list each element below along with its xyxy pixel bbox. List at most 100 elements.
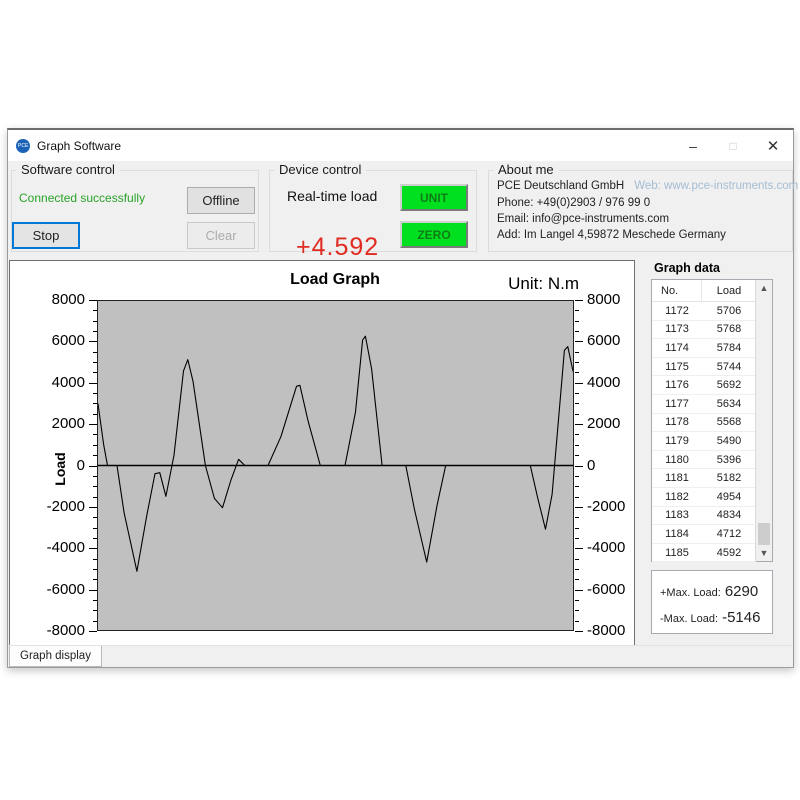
company-name: PCE Deutschland GmbH bbox=[497, 180, 624, 192]
y-tick-label: -2000 bbox=[39, 499, 85, 514]
table-row[interactable]: 11795490 bbox=[652, 432, 756, 451]
device-control-title: Device control bbox=[274, 162, 366, 177]
y-minor-tick bbox=[93, 434, 97, 435]
titlebar-buttons: – □ ✕ bbox=[673, 130, 793, 161]
title-bar: Graph Software – □ ✕ bbox=[8, 130, 793, 161]
y-major-tick bbox=[575, 383, 583, 384]
y-minor-tick bbox=[93, 559, 97, 560]
y-major-tick bbox=[89, 631, 97, 632]
connection-status: Connected successfully bbox=[19, 191, 145, 205]
table-row[interactable]: 11765692 bbox=[652, 376, 756, 395]
table-row[interactable]: 11815182 bbox=[652, 469, 756, 488]
cell-load: 5490 bbox=[702, 432, 756, 450]
max-load-box: +Max. Load:6290 -Max. Load:-5146 bbox=[651, 570, 773, 634]
y-minor-tick bbox=[575, 528, 579, 529]
cell-load: 5784 bbox=[702, 339, 756, 357]
cell-load: 5744 bbox=[702, 358, 756, 376]
y-minor-tick bbox=[575, 393, 579, 394]
app-window: Graph Software – □ ✕ Software control Co… bbox=[7, 128, 794, 668]
cell-load: 5568 bbox=[702, 414, 756, 432]
y-minor-tick bbox=[575, 414, 579, 415]
max-negative-value: -5146 bbox=[722, 609, 760, 626]
table-row[interactable]: 11824954 bbox=[652, 488, 756, 507]
table-row[interactable]: 11785568 bbox=[652, 414, 756, 433]
table-row[interactable]: 11775634 bbox=[652, 395, 756, 414]
table-row[interactable]: 11805396 bbox=[652, 451, 756, 470]
max-positive-line: +Max. Load:6290 bbox=[660, 583, 758, 600]
chart-panel: Load Graph Unit: N.m Load -8000-8000-600… bbox=[9, 260, 635, 647]
scrollbar-thumb[interactable] bbox=[758, 523, 770, 545]
table-scrollbar[interactable]: ▲ ▼ bbox=[755, 280, 772, 561]
cell-no: 1181 bbox=[652, 469, 702, 487]
y-minor-tick bbox=[93, 610, 97, 611]
clear-button[interactable]: Clear bbox=[187, 222, 255, 249]
y-tick-label: -6000 bbox=[39, 582, 85, 597]
table-row[interactable]: 11725706 bbox=[652, 302, 756, 321]
stop-button[interactable]: Stop bbox=[12, 222, 80, 249]
cell-no: 1174 bbox=[652, 339, 702, 357]
table-row[interactable]: 11844712 bbox=[652, 525, 756, 544]
cell-no: 1172 bbox=[652, 302, 702, 320]
y-tick-label: -2000 bbox=[587, 499, 637, 514]
phone-line: Phone: +49(0)2903 / 976 99 0 bbox=[497, 197, 650, 209]
table-row[interactable]: 11735768 bbox=[652, 321, 756, 340]
maximize-icon[interactable]: □ bbox=[713, 130, 753, 161]
y-minor-tick bbox=[93, 362, 97, 363]
col-header-no: No. bbox=[652, 280, 702, 301]
y-minor-tick bbox=[575, 372, 579, 373]
y-tick-label: -8000 bbox=[39, 623, 85, 638]
scroll-down-icon[interactable]: ▼ bbox=[756, 545, 772, 561]
y-minor-tick bbox=[93, 403, 97, 404]
cell-no: 1176 bbox=[652, 376, 702, 394]
web-link[interactable]: Web: www.pce-instruments.com bbox=[634, 180, 798, 192]
y-minor-tick bbox=[575, 445, 579, 446]
table-row[interactable]: 11755744 bbox=[652, 358, 756, 377]
y-minor-tick bbox=[575, 610, 579, 611]
table-row[interactable]: 11834834 bbox=[652, 507, 756, 526]
y-major-tick bbox=[89, 590, 97, 591]
cell-no: 1178 bbox=[652, 414, 702, 432]
cell-load: 5692 bbox=[702, 376, 756, 394]
y-major-tick bbox=[89, 300, 97, 301]
y-tick-label: 2000 bbox=[39, 416, 85, 431]
y-minor-tick bbox=[575, 352, 579, 353]
y-minor-tick bbox=[93, 621, 97, 622]
y-minor-tick bbox=[93, 497, 97, 498]
y-major-tick bbox=[89, 383, 97, 384]
scroll-up-icon[interactable]: ▲ bbox=[756, 280, 772, 296]
offline-button[interactable]: Offline bbox=[187, 187, 255, 214]
close-icon[interactable]: ✕ bbox=[753, 130, 793, 161]
y-minor-tick bbox=[575, 403, 579, 404]
cell-load: 4712 bbox=[702, 525, 756, 543]
table-row[interactable]: 11745784 bbox=[652, 339, 756, 358]
chart-unit-label: Unit: N.m bbox=[508, 274, 579, 294]
y-minor-tick bbox=[93, 486, 97, 487]
y-minor-tick bbox=[575, 538, 579, 539]
tab-strip: Graph display bbox=[8, 645, 793, 667]
cell-no: 1179 bbox=[652, 432, 702, 450]
y-tick-label: 8000 bbox=[587, 292, 637, 307]
y-tick-label: -8000 bbox=[587, 623, 637, 638]
y-minor-tick bbox=[93, 445, 97, 446]
y-tick-label: 2000 bbox=[587, 416, 637, 431]
y-major-tick bbox=[575, 590, 583, 591]
table-row[interactable]: 11854592 bbox=[652, 544, 756, 563]
zero-button[interactable]: ZERO bbox=[400, 221, 468, 248]
y-minor-tick bbox=[93, 310, 97, 311]
max-negative-line: -Max. Load:-5146 bbox=[660, 609, 760, 626]
cell-no: 1184 bbox=[652, 525, 702, 543]
y-major-tick bbox=[89, 507, 97, 508]
minimize-icon[interactable]: – bbox=[673, 130, 713, 161]
y-minor-tick bbox=[93, 372, 97, 373]
y-major-tick bbox=[575, 341, 583, 342]
y-minor-tick bbox=[575, 310, 579, 311]
software-control-group: Software control Connected successfully … bbox=[11, 170, 259, 252]
y-minor-tick bbox=[575, 486, 579, 487]
tab-graph-display[interactable]: Graph display bbox=[9, 646, 102, 667]
table-body: 1172570611735768117457841175574411765692… bbox=[652, 302, 756, 563]
y-major-tick bbox=[89, 341, 97, 342]
table-header: No. Load bbox=[652, 280, 756, 302]
unit-button[interactable]: UNIT bbox=[400, 184, 468, 211]
y-tick-label: -4000 bbox=[39, 540, 85, 555]
y-minor-tick bbox=[575, 559, 579, 560]
